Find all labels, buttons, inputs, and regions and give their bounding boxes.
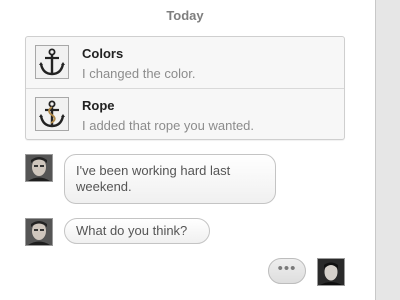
message-bubble[interactable]: I've been working hard last weekend. xyxy=(64,154,276,204)
update-text: I changed the color. xyxy=(82,66,196,81)
contact-avatar[interactable] xyxy=(25,218,53,246)
update-card-group: Colors I changed the color. Rope I added… xyxy=(25,36,345,140)
update-text: I added that rope you wanted. xyxy=(82,118,255,133)
update-item-colors[interactable]: Colors I changed the color. xyxy=(26,37,344,88)
anchor-icon xyxy=(35,45,69,79)
message-bubble[interactable]: What do you think? xyxy=(64,218,210,244)
right-sidebar xyxy=(375,0,400,300)
update-title: Rope xyxy=(82,98,115,113)
date-header: Today xyxy=(166,8,204,23)
contact-avatar[interactable] xyxy=(25,154,53,182)
update-title: Colors xyxy=(82,46,124,61)
anchor-rope-icon xyxy=(35,97,69,131)
typing-indicator: ••• xyxy=(268,258,306,284)
user-avatar[interactable] xyxy=(317,258,345,286)
update-item-rope[interactable]: Rope I added that rope you wanted. xyxy=(26,88,344,140)
